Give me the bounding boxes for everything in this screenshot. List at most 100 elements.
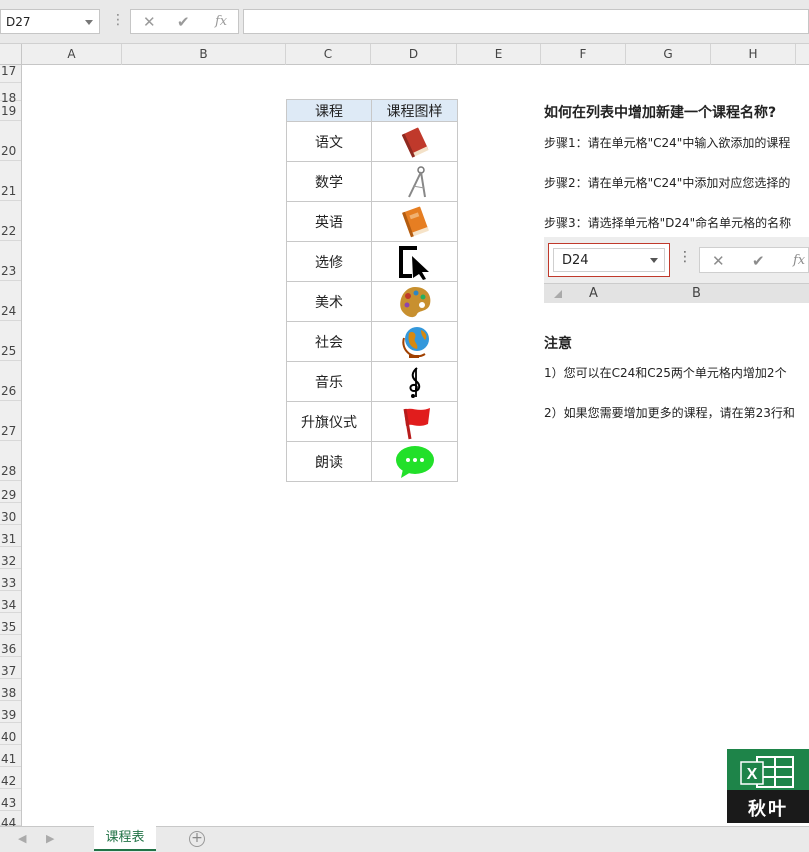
- qiuye-logo: X 秋叶: [727, 749, 809, 823]
- header-course[interactable]: 课程: [286, 99, 372, 122]
- row-header-35[interactable]: 35: [0, 613, 21, 635]
- row-header-18[interactable]: 18: [0, 83, 21, 105]
- column-header-c[interactable]: C: [286, 44, 371, 65]
- course-table: 课程 课程图样 语文 数学 英语 选修 美术 社会 音乐 升旗仪式 朗读: [286, 99, 458, 482]
- more-options-icon[interactable]: ⋮: [111, 12, 125, 28]
- example-dropdown-icon: [650, 258, 658, 263]
- green-chat-bubble-icon: [395, 444, 435, 480]
- cursor-select-icon: [395, 244, 435, 280]
- row-header-41[interactable]: 41: [0, 745, 21, 767]
- table-header-row: 课程 课程图样: [286, 99, 458, 122]
- row-header-17[interactable]: 17: [0, 65, 21, 83]
- course-icon-cell[interactable]: [371, 201, 458, 242]
- row-header-32[interactable]: 32: [0, 547, 21, 569]
- example-more-icon: ⋮: [678, 249, 692, 265]
- example-name-box-value: D24: [562, 253, 589, 268]
- table-row: 音乐: [286, 361, 458, 402]
- course-icon-cell[interactable]: [371, 321, 458, 362]
- treble-clef-icon: [395, 364, 435, 400]
- add-sheet-icon[interactable]: +: [189, 831, 205, 847]
- row-header-38[interactable]: 38: [0, 679, 21, 701]
- row-header-19[interactable]: 19: [0, 101, 21, 121]
- table-row: 朗读: [286, 441, 458, 482]
- column-header-e[interactable]: E: [457, 44, 541, 65]
- course-name-cell[interactable]: 英语: [286, 201, 372, 242]
- tab-next-icon[interactable]: ▶: [46, 832, 54, 845]
- course-name-cell[interactable]: 音乐: [286, 361, 372, 402]
- row-header-33[interactable]: 33: [0, 569, 21, 591]
- row-header-21[interactable]: 21: [0, 161, 21, 201]
- name-box[interactable]: D27: [0, 9, 100, 34]
- header-course-icon[interactable]: 课程图样: [371, 99, 458, 122]
- row-header-31[interactable]: 31: [0, 525, 21, 547]
- name-box-example-image: D24 ⋮ ✕ ✔ fx A B: [544, 237, 809, 303]
- row-header-36[interactable]: 36: [0, 635, 21, 657]
- column-header-a[interactable]: A: [22, 44, 122, 65]
- example-col-b: B: [692, 286, 701, 301]
- row-header-25[interactable]: 25: [0, 321, 21, 361]
- row-header-23[interactable]: 23: [0, 241, 21, 281]
- name-box-dropdown-icon[interactable]: [85, 20, 93, 25]
- logo-text: 秋叶: [748, 799, 788, 820]
- row-header-42[interactable]: 42: [0, 767, 21, 789]
- row-header-24[interactable]: 24: [0, 281, 21, 321]
- row-header-43[interactable]: 43: [0, 789, 21, 811]
- instructions-title: 如何在列表中增加新建一个课程名称?: [544, 105, 777, 121]
- formula-buttons: ✕ ✔ fx: [130, 9, 239, 34]
- course-name-cell[interactable]: 语文: [286, 121, 372, 162]
- step-1-text: 步骤1：请在单元格"C24"中输入欲添加的课程: [544, 136, 791, 150]
- row-header-20[interactable]: 20: [0, 121, 21, 161]
- red-book-icon: [395, 124, 435, 160]
- course-name-cell[interactable]: 升旗仪式: [286, 401, 372, 442]
- tab-course-sheet[interactable]: 课程表: [94, 826, 156, 851]
- row-header-34[interactable]: 34: [0, 591, 21, 613]
- tab-prev-icon[interactable]: ◀: [18, 832, 26, 845]
- course-icon-cell[interactable]: [371, 161, 458, 202]
- row-header-40[interactable]: 40: [0, 723, 21, 745]
- spreadsheet-window: D27 ⋮ ✕ ✔ fx A B C D E F G H 17 18 19 20…: [0, 0, 809, 852]
- row-header-22[interactable]: 22: [0, 201, 21, 241]
- enter-icon[interactable]: ✔: [177, 13, 190, 31]
- example-cancel-icon: ✕: [712, 252, 725, 270]
- column-header-g[interactable]: G: [626, 44, 711, 65]
- column-header-h[interactable]: H: [711, 44, 796, 65]
- formula-input[interactable]: [243, 9, 809, 34]
- row-header-39[interactable]: 39: [0, 701, 21, 723]
- course-name-cell[interactable]: 社会: [286, 321, 372, 362]
- red-flag-icon: [395, 404, 435, 440]
- course-icon-cell[interactable]: [371, 281, 458, 322]
- table-row: 升旗仪式: [286, 401, 458, 442]
- row-headers: 17 18 19 20 21 22 23 24 25 26 27 28 29 3…: [0, 65, 22, 826]
- row-header-29[interactable]: 29: [0, 481, 21, 503]
- example-name-box-highlight: D24: [548, 243, 670, 277]
- row-header-28[interactable]: 28: [0, 441, 21, 481]
- column-header-d[interactable]: D: [371, 44, 457, 65]
- note-title: 注意: [544, 336, 572, 352]
- course-name-cell[interactable]: 美术: [286, 281, 372, 322]
- course-name-cell[interactable]: 数学: [286, 161, 372, 202]
- example-corner-icon: [554, 290, 562, 298]
- table-row: 社会: [286, 321, 458, 362]
- course-icon-cell[interactable]: [371, 441, 458, 482]
- course-icon-cell[interactable]: [371, 241, 458, 282]
- select-all-corner[interactable]: [0, 44, 22, 65]
- example-column-headers: A B: [544, 283, 809, 303]
- row-header-26[interactable]: 26: [0, 361, 21, 401]
- name-box-value: D27: [6, 15, 31, 29]
- insert-function-icon[interactable]: fx: [215, 14, 227, 29]
- row-header-44[interactable]: 44: [0, 811, 21, 826]
- cancel-icon[interactable]: ✕: [143, 13, 156, 31]
- course-name-cell[interactable]: 选修: [286, 241, 372, 282]
- step-2-text: 步骤2：请在单元格"C24"中添加对应您选择的: [544, 176, 791, 190]
- course-icon-cell[interactable]: [371, 401, 458, 442]
- row-header-37[interactable]: 37: [0, 657, 21, 679]
- note-2-text: 2）如果您需要增加更多的课程，请在第23行和: [544, 406, 795, 420]
- course-icon-cell[interactable]: [371, 361, 458, 402]
- column-header-b[interactable]: B: [122, 44, 286, 65]
- step-3-text: 步骤3：请选择单元格"D24"命名单元格的名称: [544, 216, 792, 230]
- row-header-27[interactable]: 27: [0, 401, 21, 441]
- row-header-30[interactable]: 30: [0, 503, 21, 525]
- course-icon-cell[interactable]: [371, 121, 458, 162]
- course-name-cell[interactable]: 朗读: [286, 441, 372, 482]
- column-header-f[interactable]: F: [541, 44, 626, 65]
